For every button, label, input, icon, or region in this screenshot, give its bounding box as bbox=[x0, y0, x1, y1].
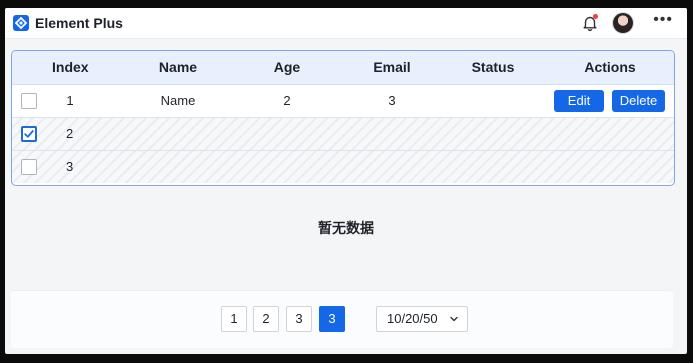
pagination: 1 2 3 3 10/20/50 bbox=[11, 290, 673, 348]
page-button-3[interactable]: 3 bbox=[286, 306, 312, 332]
edit-button[interactable]: Edit bbox=[554, 90, 604, 112]
column-header-name[interactable]: Name bbox=[145, 51, 211, 84]
page-size-select[interactable]: 10/20/50 bbox=[376, 306, 468, 332]
more-horizontal-icon[interactable]: ••• bbox=[653, 12, 673, 28]
table-header: Index Name Age Email Status Actions bbox=[12, 51, 674, 85]
column-header-email[interactable]: Email bbox=[352, 51, 432, 84]
table-row[interactable]: 2 bbox=[12, 118, 674, 151]
cell-name: Name bbox=[160, 93, 196, 108]
bell-icon[interactable] bbox=[581, 14, 599, 32]
column-header-status[interactable]: Status bbox=[457, 51, 529, 84]
avatar[interactable] bbox=[613, 13, 634, 33]
row-checkbox-checked[interactable] bbox=[21, 126, 37, 142]
header-actions: ••• bbox=[581, 12, 673, 34]
column-header-index[interactable]: Index bbox=[52, 51, 89, 84]
table-row[interactable]: 3 bbox=[12, 151, 674, 183]
delete-button[interactable]: Delete bbox=[612, 90, 665, 112]
cell-index: 2 bbox=[66, 126, 74, 141]
chevron-down-icon bbox=[450, 316, 458, 322]
table-row[interactable]: 1 Name 2 3 Edit Delete bbox=[12, 85, 674, 118]
empty-state-text: 暂无数据 bbox=[318, 220, 374, 236]
cell-status bbox=[457, 85, 529, 117]
brand[interactable]: Element Plus bbox=[13, 14, 123, 32]
checkmark-icon bbox=[24, 130, 34, 138]
page-size-label: 10/20/50 bbox=[387, 311, 438, 326]
page-button-current[interactable]: 3 bbox=[319, 306, 345, 332]
row-checkbox[interactable] bbox=[21, 159, 37, 175]
cell-age: 2 bbox=[283, 93, 291, 108]
app-window: Element Plus ••• Index Name Age Email St… bbox=[5, 8, 687, 354]
element-plus-logo-icon bbox=[13, 15, 29, 31]
page-button-1[interactable]: 1 bbox=[221, 306, 247, 332]
cell-index: 3 bbox=[66, 159, 74, 174]
cell-index: 1 bbox=[66, 93, 74, 108]
data-table: Index Name Age Email Status Actions 1 Na… bbox=[11, 50, 675, 186]
column-header-age[interactable]: Age bbox=[254, 51, 320, 84]
cell-email: 3 bbox=[388, 93, 396, 108]
column-header-actions[interactable]: Actions bbox=[570, 51, 650, 84]
row-checkbox[interactable] bbox=[21, 93, 37, 109]
top-bar: Element Plus ••• bbox=[5, 8, 687, 39]
app-title: Element Plus bbox=[35, 15, 123, 31]
page-button-2[interactable]: 2 bbox=[253, 306, 279, 332]
